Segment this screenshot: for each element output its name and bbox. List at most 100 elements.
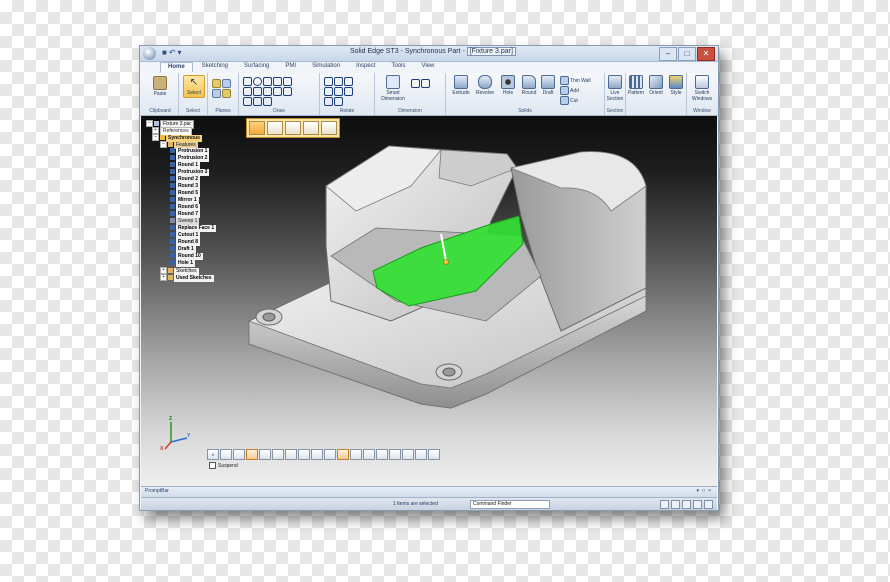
prompt-bar-controls[interactable]: ▾□× (697, 488, 714, 494)
tree-item-feature[interactable]: Hole 1 (146, 260, 256, 267)
collapse-icon[interactable]: – (152, 134, 159, 141)
tree-item-feature[interactable]: Round 5 (146, 190, 256, 197)
expand-icon[interactable]: + (160, 274, 167, 281)
live-section-button[interactable]: Live Section (606, 75, 624, 102)
planes-buttons[interactable] (212, 79, 232, 88)
tree-item-feature[interactable]: Round 6 (146, 204, 256, 211)
tab-simulation[interactable]: Simulation (305, 62, 347, 72)
live-rule-button[interactable] (376, 449, 388, 460)
tree-item-feature[interactable]: Replace Face 1 (146, 225, 256, 232)
draw-tools-row1[interactable] (243, 77, 293, 86)
tab-inspect[interactable]: Inspect (349, 62, 382, 72)
tree-item-feature[interactable]: Protrusion 2 (146, 155, 256, 162)
face-select-button[interactable] (267, 121, 283, 135)
tree-item-feature[interactable]: Round 2 (146, 176, 256, 183)
tab-home[interactable]: Home (160, 62, 193, 72)
live-rules-button[interactable] (303, 121, 319, 135)
live-rule-button[interactable] (298, 449, 310, 460)
tree-item-feature[interactable]: Round 10 (146, 253, 256, 260)
minimize-button[interactable]: – (659, 47, 677, 61)
maximize-button[interactable]: □ (678, 47, 696, 61)
live-rule-button[interactable] (285, 449, 297, 460)
command-finder-input[interactable]: Command Finder (470, 500, 550, 509)
hole-button[interactable]: Hole (500, 75, 516, 96)
live-rule-button[interactable] (220, 449, 232, 460)
selected-face-handle-origin[interactable] (443, 259, 449, 265)
tree-item-used-sketches[interactable]: + Used Sketches (146, 274, 256, 282)
tree-item-references[interactable]: + References (146, 127, 256, 136)
tree-item-feature[interactable]: Protrusion 3 (146, 169, 256, 176)
dimension-tools[interactable] (411, 79, 431, 88)
expand-icon[interactable]: + (160, 267, 167, 274)
tab-tools[interactable]: Tools (384, 62, 412, 72)
live-rule-button[interactable] (363, 449, 375, 460)
cut-button[interactable]: Cut (560, 96, 578, 105)
graphics-viewport[interactable]: – Fixture 3.par + References – Synchronous … (141, 116, 717, 486)
tree-item-feature[interactable]: Round 3 (146, 183, 256, 190)
collapse-icon[interactable]: – (160, 141, 167, 148)
live-rule-button[interactable] (389, 449, 401, 460)
tree-item-feature[interactable]: Protrusion 1 (146, 148, 256, 155)
close-button[interactable]: ✕ (697, 47, 715, 61)
thin-wall-button[interactable]: Thin Wall (560, 76, 591, 85)
view-style-icon[interactable] (704, 500, 713, 509)
tree-item-feature[interactable]: Round 8 (146, 239, 256, 246)
relate-tools-row3[interactable] (324, 97, 344, 106)
live-rule-button[interactable] (415, 449, 427, 460)
live-rule-button[interactable] (272, 449, 284, 460)
fit-icon[interactable] (671, 500, 680, 509)
tab-sketching[interactable]: Sketching (195, 62, 235, 72)
pattern-button[interactable]: Pattern (627, 75, 645, 96)
tree-item-feature[interactable]: Mirror 1 (146, 197, 256, 204)
zoom-icon[interactable] (660, 500, 669, 509)
live-rule-button[interactable] (246, 449, 258, 460)
live-rule-button[interactable] (311, 449, 323, 460)
relate-tools-row1[interactable] (324, 77, 354, 86)
tab-view[interactable]: View (414, 62, 441, 72)
pan-icon[interactable] (682, 500, 691, 509)
tree-item-synchronous[interactable]: – Synchronous (146, 134, 256, 142)
move-steering-wheel-button[interactable] (249, 121, 265, 135)
tree-item-file[interactable]: – Fixture 3.par (146, 120, 256, 129)
live-rule-button[interactable] (324, 449, 336, 460)
live-rule-button[interactable] (259, 449, 271, 460)
tree-item-feature[interactable]: Draft 1 (146, 246, 256, 253)
tab-surfacing[interactable]: Surfacing (237, 62, 276, 72)
add-button[interactable]: Add (560, 86, 579, 95)
extrude-button[interactable]: Extrude (450, 75, 472, 96)
relate-tools-row2[interactable] (324, 87, 354, 96)
switch-windows-button[interactable]: Switch Windows (689, 75, 715, 102)
rotate-view-icon[interactable] (693, 500, 702, 509)
live-rule-button[interactable] (428, 449, 440, 460)
planes-buttons-row2[interactable] (212, 89, 232, 98)
select-button[interactable]: ↖ Select (183, 75, 205, 98)
tree-item-feature[interactable]: Round 1 (146, 162, 256, 169)
live-rule-button[interactable] (350, 449, 362, 460)
live-rule-button[interactable] (337, 449, 349, 460)
live-rule-button[interactable] (402, 449, 414, 460)
paste-button[interactable]: Paste (150, 76, 170, 97)
draw-tools-row2[interactable] (243, 87, 293, 96)
smart-dimension-button[interactable]: Smart Dimension (379, 75, 407, 102)
tree-item-feature[interactable]: Cutout 1 (146, 232, 256, 239)
options-button[interactable] (321, 121, 337, 135)
draft-button[interactable]: Draft (540, 75, 556, 96)
application-button-icon[interactable] (143, 47, 156, 60)
pause-button[interactable]: II (207, 449, 219, 460)
revolve-button[interactable]: Revolve (474, 75, 496, 96)
tree-item-sweep[interactable]: Sweep 1 (146, 218, 256, 225)
tab-pmi[interactable]: PMI (278, 62, 303, 72)
keypoint-button[interactable] (285, 121, 301, 135)
solid-edge-window: ■↶▾ Solid Edge ST3 - Synchronous Part - … (139, 45, 719, 511)
draw-tools-row3[interactable] (243, 97, 273, 106)
live-rule-button[interactable] (233, 449, 245, 460)
tree-item-sketches[interactable]: + Sketches (146, 267, 256, 275)
orient-button[interactable]: Orient (647, 75, 665, 96)
tree-item-feature[interactable]: Round 7 (146, 211, 256, 218)
round-button[interactable]: Round (520, 75, 538, 96)
checkbox-icon[interactable] (209, 462, 216, 469)
suspend-checkbox[interactable]: Suspend (209, 462, 238, 469)
style-button[interactable]: Style (667, 75, 685, 96)
tree-item-features[interactable]: – Features (146, 141, 256, 149)
quick-access-toolbar[interactable]: ■↶▾ (162, 48, 184, 57)
